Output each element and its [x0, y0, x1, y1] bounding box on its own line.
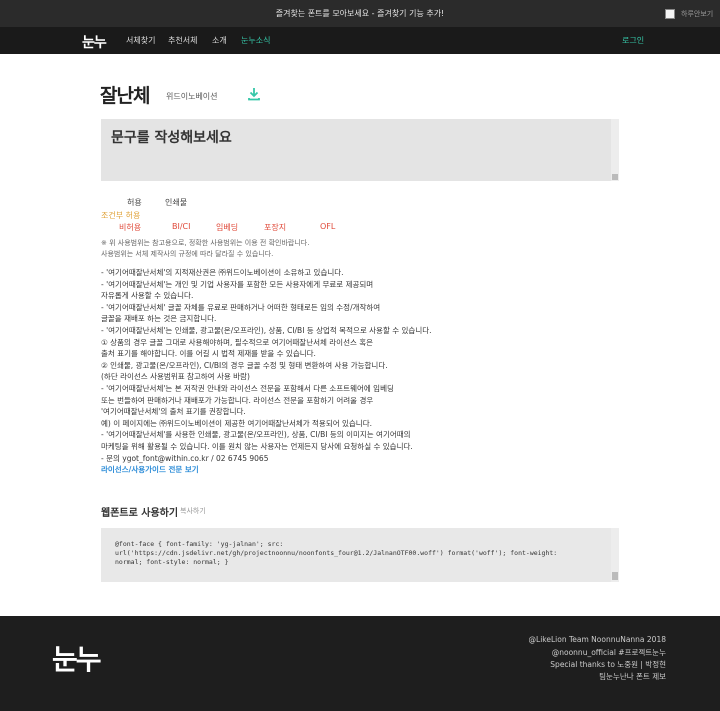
license-guide-link[interactable]: 라이선스/사용가이드 전문 보기: [101, 464, 481, 476]
font-detail-page: 잘난체 위드이노베이션 문구를 작성해보세요 허용 인쇄물 조건부 허용 비허용…: [0, 54, 720, 616]
preview-scrollbar[interactable]: [611, 119, 619, 181]
copy-button[interactable]: 복사하기: [180, 506, 206, 516]
webfont-title: 웹폰트로 사용하기: [101, 508, 179, 519]
main-nav: 눈누 서체찾기 추천서체 소개 눈누소식 로그인: [0, 27, 720, 54]
download-icon[interactable]: [247, 87, 261, 101]
desc-line: ② 인쇄물, 광고물(온/오프라인), CI/BI의 경우 글꼴 수정 및 형태…: [101, 360, 388, 370]
license-note-2: 사용범위는 서체 제작사의 규정에 따라 달라질 수 있습니다.: [101, 250, 274, 258]
license-embedding: 임베딩: [216, 223, 239, 232]
license-conditional-label: 조건부 허용: [101, 211, 141, 220]
desc-line: 또는 번들하여 판매하거나 재배포가 가능합니다. 라이선스 전문을 포함하기 …: [101, 395, 374, 405]
desc-line: 자유롭게 사용할 수 있습니다.: [101, 291, 194, 301]
code-line: normal; font-style: normal; }: [115, 558, 229, 566]
desc-line: - '여기어때잘난서체'는 개인 및 기업 사용자를 포함한 모든 사용자에게 …: [101, 279, 374, 289]
desc-line: - '여기어때잘난서체'는 본 저작권 안내와 라이선스 전문을 포함해서 다른…: [101, 383, 394, 393]
desc-line: 출처 표기를 해야합니다. 이를 어길 시 법적 제재를 받을 수 있습니다.: [101, 349, 316, 359]
desc-line: - '여기어때잘난서체'의 지적재산권은 ㈜위드이노베이션이 소유하고 있습니다…: [101, 268, 344, 277]
login-link[interactable]: 로그인: [622, 35, 644, 46]
hide-today-label[interactable]: 하루안보기: [681, 9, 713, 19]
desc-line: 마케팅을 위해 활용될 수 있습니다. 이를 원치 않는 사용자는 언제든지 당…: [101, 441, 413, 451]
footer-report-link[interactable]: 팀눈누난나 폰트 제보: [599, 671, 666, 682]
nav-item-find-fonts[interactable]: 서체찾기: [126, 35, 155, 46]
license-ofl: OFL: [320, 222, 336, 231]
footer-credit-line: @LikeLion Team NoonnuNanna 2018: [528, 635, 666, 644]
footer-logo: 눈누: [52, 643, 102, 676]
license-disallowed-label: 비허용: [119, 223, 142, 232]
desc-line: (하단 라이선스 사용범위표 참고하여 사용 바람): [101, 372, 250, 382]
desc-line: - '여기어때잘난서체'는 인쇄물, 광고물(온/오프라인), 상품, CI/B…: [101, 325, 432, 335]
announcement-bar: 즐겨찾는 폰트를 모아보세요 - 즐겨찾기 기능 추가! 하루안보기: [0, 0, 720, 27]
font-name: 잘난체: [100, 85, 150, 107]
desc-line: - '여기어때잘난서체' 글꼴 자체를 유료로 판매하거나 어떠한 형태로든 임…: [101, 302, 381, 312]
nav-item-recommended[interactable]: 추천서체: [168, 35, 197, 46]
license-header-allowed: 허용: [127, 198, 142, 207]
preview-placeholder: 문구를 작성해보세요: [111, 130, 232, 146]
desc-line: 예) 이 페이지에는 ㈜위드이노베이션이 제공한 여기어때잘난서체가 적용되어 …: [101, 418, 372, 428]
font-maker[interactable]: 위드이노베이션: [166, 91, 218, 102]
site-logo[interactable]: 눈누: [82, 32, 107, 52]
announcement-text[interactable]: 즐겨찾는 폰트를 모아보세요 - 즐겨찾기 기능 추가!: [0, 8, 720, 19]
code-line: url('https://cdn.jsdelivr.net/gh/project…: [115, 549, 558, 557]
hide-today-checkbox[interactable]: [665, 9, 675, 19]
license-header-print: 인쇄물: [165, 198, 188, 207]
webfont-code-block[interactable]: @font-face { font-family: 'yg-jalnan'; s…: [101, 528, 619, 582]
code-scrollbar[interactable]: [611, 528, 619, 582]
desc-line: - '여기어때잘난서체'를 사용한 인쇄물, 광고물(온/오프라인), 상품, …: [101, 430, 411, 440]
footer-credit-line[interactable]: @noonnu_official #프로젝트눈누: [552, 647, 666, 658]
license-bici: BI/CI: [172, 222, 191, 231]
desc-line: - 문의 ygot_font@within.co.kr / 02 6745 90…: [101, 453, 269, 463]
desc-line: '여기어때잘난서체'의 출처 표기를 권장합니다.: [101, 407, 246, 417]
desc-line: ① 상품의 경우 글꼴 그대로 사용해야하며, 필수적으로 여기어때잘난서체 라…: [101, 337, 374, 347]
code-line: @font-face { font-family: 'yg-jalnan'; s…: [115, 540, 284, 548]
preview-textarea[interactable]: 문구를 작성해보세요: [101, 119, 619, 181]
nav-item-about[interactable]: 소개: [212, 35, 227, 46]
footer-credit-line: Special thanks to 노중원 | 박정현: [550, 660, 666, 669]
license-packaging: 포장지: [264, 223, 287, 232]
site-footer: 눈누 @LikeLion Team NoonnuNanna 2018 @noon…: [0, 616, 720, 711]
nav-item-news[interactable]: 눈누소식: [241, 35, 270, 46]
desc-line: 글꼴을 재배포 하는 것은 금지합니다.: [101, 314, 217, 324]
license-note-1: ※ 위 사용범위는 참고용으로, 정확한 사용범위는 이용 전 확인바랍니다.: [101, 239, 310, 247]
license-description: - '여기어때잘난서체'의 지적재산권은 ㈜위드이노베이션이 소유하고 있습니다…: [101, 267, 481, 476]
